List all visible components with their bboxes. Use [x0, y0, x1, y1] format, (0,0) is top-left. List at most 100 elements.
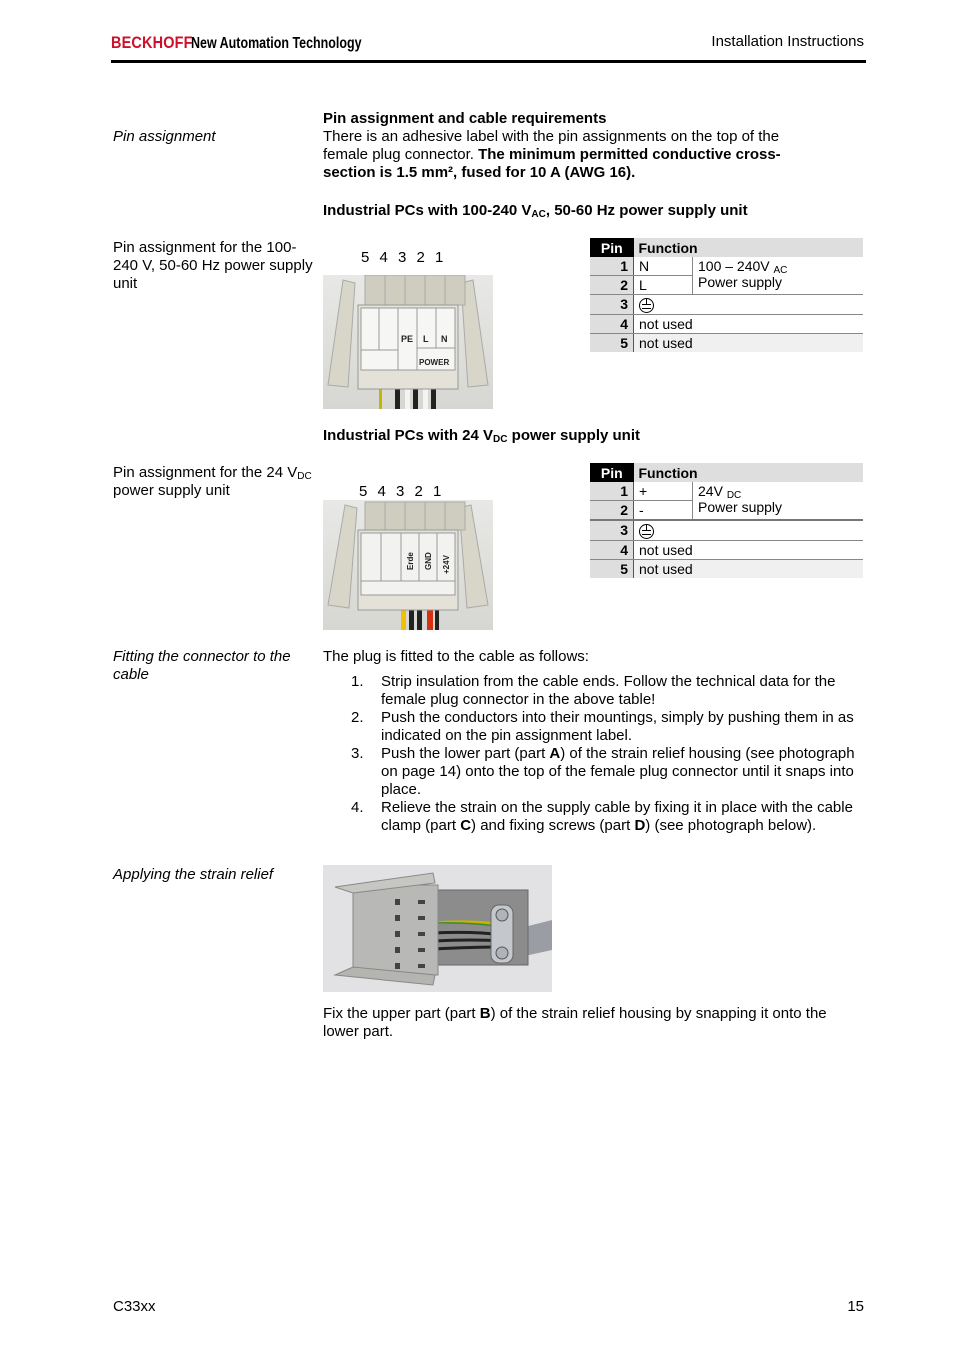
list-item: 4. Relieve the strain on the supply cable…: [323, 799, 863, 835]
pin-number: 4: [590, 540, 634, 560]
table-row: 3: [590, 294, 863, 315]
table-row: 5 not used: [590, 559, 863, 578]
brand-tagline: New Automation Technology: [191, 35, 362, 52]
step-number: 4.: [351, 799, 364, 816]
table-header-pin: Pin: [590, 238, 634, 257]
strain-relief-text: Fix the upper part (part B) of the strai…: [323, 1005, 853, 1041]
table-header-function: Function: [633, 463, 863, 482]
table-row: 4 not used: [590, 540, 863, 560]
footer-page-number: 15: [847, 1298, 864, 1315]
pin-number: 2: [590, 500, 634, 521]
step-text: Push the conductors into their mountings…: [381, 709, 854, 744]
fitting-steps: 1. Strip insulation from the cable ends. …: [323, 673, 863, 835]
dc-heading-sub: DC: [493, 434, 508, 445]
strain-relief-photo: [323, 865, 552, 992]
list-item: 3. Push the lower part (part A) of the st…: [323, 745, 863, 799]
brand-name: BECKHOFF: [111, 33, 193, 52]
pin-number: 1: [590, 257, 634, 276]
pin-signal: not used: [633, 314, 863, 334]
ac-heading-text: Industrial PCs with 100-240 V: [323, 202, 532, 219]
step-text: ) (see photograph below).: [645, 817, 817, 834]
dc-power-desc: Power supply: [698, 499, 783, 515]
table-row: 1 N 100 – 240V AC Power supply: [590, 257, 863, 295]
section-heading: Pin assignment and cable requirements: [323, 110, 607, 127]
ac-heading: Industrial PCs with 100-240 VAC, 50-60 H…: [323, 202, 863, 220]
photo-label-gnd: GND: [424, 552, 433, 570]
ac-power-group: 100 – 240V AC Power supply: [692, 257, 863, 295]
ac-heading-post: , 50-60 Hz power supply unit: [545, 202, 748, 219]
dc-side-label-sub: DC: [297, 471, 312, 482]
table-header-pin: Pin: [590, 463, 634, 482]
dc-side-label-post: power supply unit: [113, 482, 230, 499]
pin-number: 2: [590, 275, 634, 295]
pin-signal: not used: [633, 559, 863, 578]
part-letter: D: [634, 817, 646, 834]
step-text: ) and fixing screws (part: [471, 817, 635, 834]
photo-label-l: L: [423, 334, 429, 344]
step-number: 3.: [351, 745, 364, 762]
header-divider: [111, 60, 866, 63]
pin-number: 5: [590, 333, 634, 352]
dc-heading-post: power supply unit: [507, 427, 641, 444]
beckhoff-logo: BECKHOFFNew Automation Technology: [111, 32, 410, 55]
pin-signal: N: [633, 257, 693, 276]
part-letter: C: [460, 817, 472, 834]
dc-side-label: Pin assignment for the 24 VDC power supp…: [113, 464, 318, 500]
table-row: 1 + 24V DC Power supply: [590, 482, 863, 521]
ac-connector-photo: PE L N POWER: [323, 275, 493, 409]
dc-connector-photo: Erde GND +24V: [323, 500, 493, 630]
dc-pin-numbers: 5 4 3 2 1: [359, 483, 445, 500]
section-title: Installation Instructions: [711, 33, 864, 50]
dc-side-label-text: Pin assignment for the 24 V: [113, 464, 298, 481]
step-text: Strip insulation from the cable ends. Fo…: [381, 673, 836, 708]
ac-pin-numbers: 5 4 3 2 1: [361, 249, 447, 266]
ac-side-label: Pin assignment for the 100-240 V, 50-60 …: [113, 239, 313, 292]
side-label-strain-relief: Applying the strain relief: [113, 866, 274, 883]
pin-number: 3: [590, 294, 634, 315]
photo-label-erde: Erde: [406, 552, 415, 570]
table-row: 4 not used: [590, 314, 863, 334]
pin-number: 1: [590, 482, 634, 501]
intro-paragraph: There is an adhesive label with the pin …: [323, 128, 823, 182]
pin-number: 5: [590, 559, 634, 578]
pin-signal: [633, 520, 863, 541]
part-letter: A: [549, 745, 561, 762]
dc-voltage: 24V: [698, 483, 723, 499]
dc-pin-table: Pin Function 1 + 24V DC Power supply 2 -…: [590, 463, 863, 578]
ac-pin-table: Pin Function 1 N 100 – 240V AC Power sup…: [590, 238, 863, 352]
pin-signal: not used: [633, 333, 863, 352]
dc-power-group: 24V DC Power supply: [692, 482, 863, 521]
table-header-function: Function: [633, 238, 863, 257]
photo-label-pe: PE: [401, 334, 413, 344]
pin-signal: L: [633, 275, 693, 295]
side-label-fitting: Fitting the connector to the cable: [113, 648, 291, 683]
dc-heading: Industrial PCs with 24 VDC power supply …: [323, 427, 863, 445]
ac-power-desc: Power supply: [698, 274, 783, 290]
photo-label-24v: +24V: [442, 554, 451, 574]
fitting-intro: The plug is fitted to the cable as follo…: [323, 648, 589, 665]
table-row: 5 not used: [590, 333, 863, 352]
photo-label-n: N: [441, 334, 448, 344]
pin-signal: -: [633, 500, 693, 521]
strain-text-pre: Fix the upper part (part: [323, 1005, 480, 1022]
ac-voltage: 100 – 240V: [698, 258, 770, 274]
photo-label-power: POWER: [419, 358, 449, 367]
list-item: 2. Push the conductors into their mountin…: [323, 709, 863, 745]
earth-ground-icon: [639, 523, 654, 539]
table-row: 3: [590, 520, 863, 541]
pin-number: 3: [590, 520, 634, 541]
ac-heading-sub: AC: [531, 209, 546, 220]
pin-signal: not used: [633, 540, 863, 560]
pin-signal: +: [633, 482, 693, 501]
step-text: Push the lower part (part: [381, 745, 550, 762]
strain-text-part: B: [479, 1005, 491, 1022]
dc-heading-text: Industrial PCs with 24 V: [323, 427, 494, 444]
earth-ground-icon: [639, 297, 654, 313]
pin-signal: [633, 294, 863, 315]
step-number: 1.: [351, 673, 364, 690]
step-number: 2.: [351, 709, 364, 726]
footer-product: C33xx: [113, 1298, 156, 1315]
side-label-pin-assignment: Pin assignment: [113, 128, 216, 145]
list-item: 1. Strip insulation from the cable ends. …: [323, 673, 863, 709]
pin-number: 4: [590, 314, 634, 334]
